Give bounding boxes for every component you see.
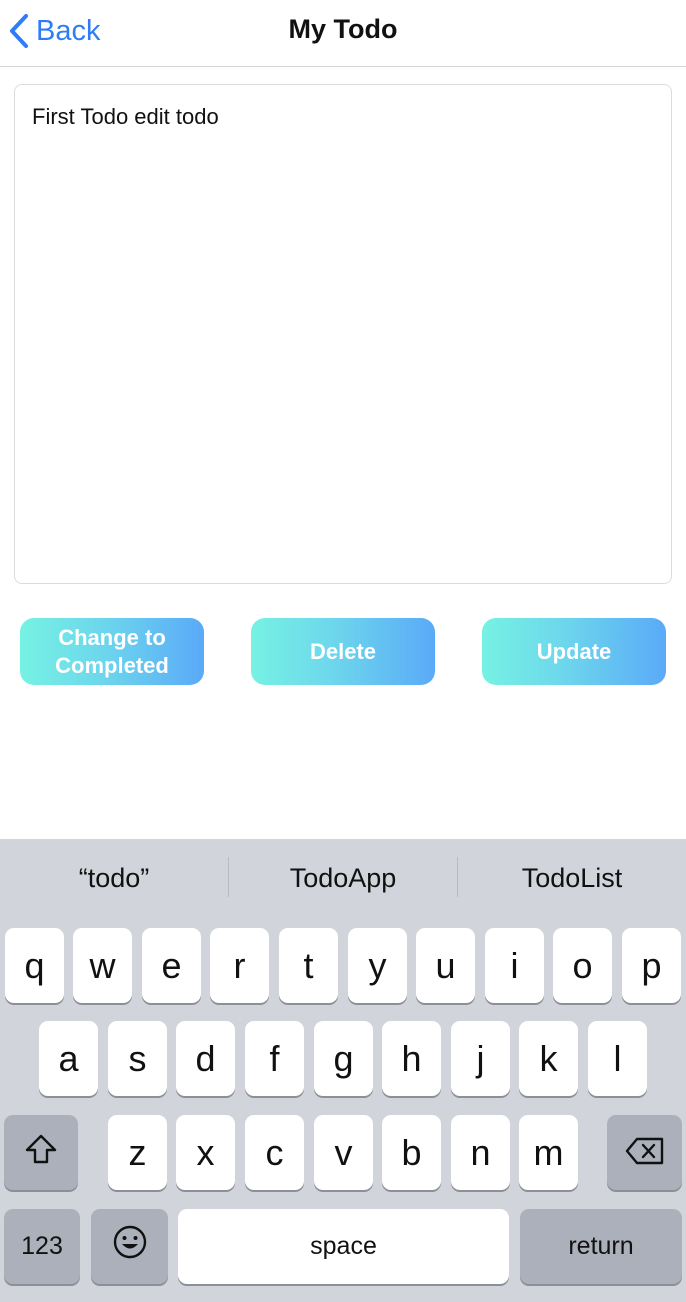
change-label-line1: Change to	[58, 624, 166, 650]
shift-arrow-icon	[24, 1132, 58, 1174]
smiley-face-icon	[112, 1224, 148, 1269]
todo-text-value: First Todo edit todo	[32, 104, 219, 129]
key-m[interactable]: m	[519, 1115, 578, 1190]
key-a[interactable]: a	[39, 1021, 98, 1096]
key-i[interactable]: i	[485, 928, 544, 1003]
keyboard: “todo” TodoApp TodoList q w e r t y u i …	[0, 839, 686, 1302]
key-w[interactable]: w	[73, 928, 132, 1003]
navigation-bar: Back My Todo	[0, 0, 686, 67]
suggestion-3[interactable]: TodoList	[458, 857, 686, 899]
key-l[interactable]: l	[588, 1021, 647, 1096]
key-e[interactable]: e	[142, 928, 201, 1003]
return-key[interactable]: return	[520, 1209, 682, 1284]
key-o[interactable]: o	[553, 928, 612, 1003]
key-h[interactable]: h	[382, 1021, 441, 1096]
key-x[interactable]: x	[176, 1115, 235, 1190]
change-to-completed-label: Change to Completed	[42, 624, 182, 680]
key-s[interactable]: s	[108, 1021, 167, 1096]
key-c[interactable]: c	[245, 1115, 304, 1190]
key-v[interactable]: v	[314, 1115, 373, 1190]
change-to-completed-button[interactable]: Change to Completed	[20, 618, 204, 685]
key-j[interactable]: j	[451, 1021, 510, 1096]
numbers-key[interactable]: 123	[4, 1209, 80, 1284]
delete-key[interactable]	[607, 1115, 682, 1190]
todo-text-area[interactable]: First Todo edit todo	[14, 84, 672, 584]
shift-key[interactable]	[4, 1115, 78, 1190]
key-y[interactable]: y	[348, 928, 407, 1003]
suggestion-2[interactable]: TodoApp	[229, 857, 457, 899]
backspace-icon	[625, 1132, 665, 1174]
key-f[interactable]: f	[245, 1021, 304, 1096]
key-r[interactable]: r	[210, 928, 269, 1003]
key-g[interactable]: g	[314, 1021, 373, 1096]
space-key[interactable]: space	[178, 1209, 509, 1284]
page-title: My Todo	[288, 14, 398, 44]
delete-button[interactable]: Delete	[251, 618, 435, 685]
key-u[interactable]: u	[416, 928, 475, 1003]
key-t[interactable]: t	[279, 928, 338, 1003]
key-d[interactable]: d	[176, 1021, 235, 1096]
key-n[interactable]: n	[451, 1115, 510, 1190]
emoji-key[interactable]	[91, 1209, 168, 1284]
key-p[interactable]: p	[622, 928, 681, 1003]
key-z[interactable]: z	[108, 1115, 167, 1190]
key-k[interactable]: k	[519, 1021, 578, 1096]
key-b[interactable]: b	[382, 1115, 441, 1190]
change-label-line2: Completed	[55, 652, 169, 678]
key-q[interactable]: q	[5, 928, 64, 1003]
update-button[interactable]: Update	[482, 618, 666, 685]
suggestion-1[interactable]: “todo”	[0, 857, 228, 899]
